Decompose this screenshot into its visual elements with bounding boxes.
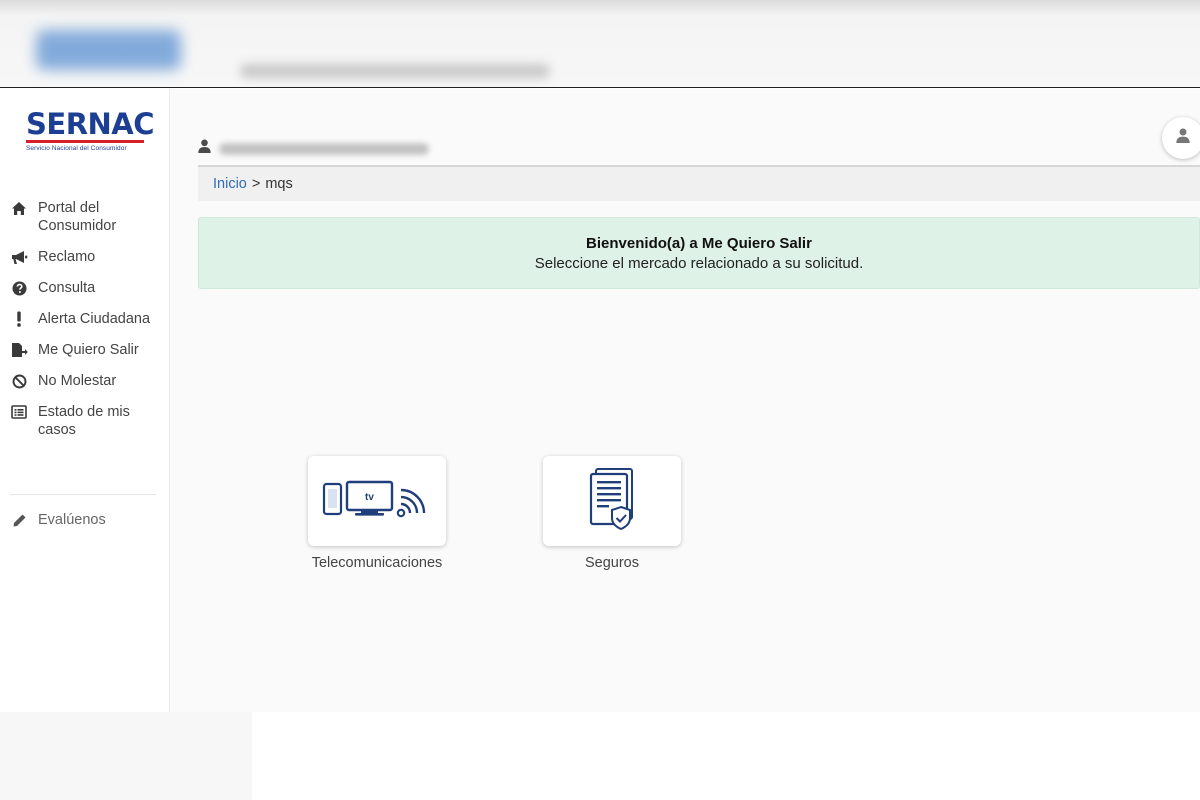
- sidebar-menu: Portal del Consumidor Reclamo Consulta A…: [0, 199, 170, 452]
- megaphone-icon: [10, 248, 28, 266]
- welcome-subtitle: Seleccione el mercado relacionado a su s…: [534, 254, 864, 272]
- sernac-logo[interactable]: SERNAC Servicio Nacional del Consumidor: [26, 107, 155, 152]
- sidebar-item-label: Me Quiero Salir: [38, 342, 139, 358]
- exclamation-icon: [10, 310, 28, 328]
- app-frame: SERNAC Servicio Nacional del Consumidor …: [0, 89, 1200, 712]
- breadcrumb-home-link[interactable]: Inicio: [213, 176, 247, 192]
- sidebar-item-alerta[interactable]: Alerta Ciudadana: [0, 310, 170, 328]
- sidebar-item-label: Portal del Consumidor: [38, 200, 117, 234]
- sidebar-item-estado-casos[interactable]: Estado de mis casos: [0, 403, 170, 439]
- welcome-banner: Bienvenido(a) a Me Quiero Salir Seleccio…: [198, 217, 1200, 289]
- sidebar-item-me-quiero-salir[interactable]: Me Quiero Salir: [0, 341, 170, 359]
- account-button[interactable]: [1162, 117, 1200, 159]
- breadcrumb: Inicio > mqs: [198, 167, 1200, 201]
- sidebar-item-label: Consulta: [38, 280, 96, 296]
- sidebar-item-label: Reclamo: [38, 249, 96, 265]
- breadcrumb-current: mqs: [265, 176, 293, 192]
- logo-wordmark: SERNAC: [26, 107, 155, 141]
- user-info: [198, 139, 429, 158]
- sidebar-item-consulta[interactable]: Consulta: [0, 279, 170, 297]
- welcome-title: Bienvenido(a) a Me Quiero Salir: [586, 234, 812, 252]
- question-circle-icon: [10, 279, 28, 297]
- tv-text: tv: [365, 492, 374, 503]
- sidebar-item-label: Evalúenos: [38, 512, 106, 528]
- user-icon: [198, 139, 211, 158]
- sidebar: SERNAC Servicio Nacional del Consumidor …: [0, 89, 170, 712]
- blurred-logo: [36, 30, 181, 70]
- lower-ghost-panel: [0, 712, 252, 800]
- lower-background: [0, 712, 1200, 800]
- exit-document-icon: [10, 341, 28, 359]
- market-card-telecomunicaciones[interactable]: tv Telecomunicaciones: [297, 456, 457, 571]
- insurance-document-icon: [588, 467, 636, 536]
- sidebar-divider: [10, 494, 156, 495]
- sidebar-item-reclamo[interactable]: Reclamo: [0, 248, 170, 266]
- browser-header: [0, 0, 1200, 88]
- market-card-box[interactable]: tv: [308, 456, 446, 546]
- sidebar-item-evaluenos[interactable]: Evalúenos: [0, 511, 114, 529]
- market-card-box[interactable]: [543, 456, 681, 546]
- sidebar-item-no-molestar[interactable]: No Molestar: [0, 372, 170, 390]
- user-icon: [1176, 128, 1190, 148]
- sidebar-item-label: Alerta Ciudadana: [38, 311, 151, 327]
- sidebar-item-label: No Molestar: [38, 373, 117, 389]
- breadcrumb-separator: >: [251, 176, 261, 192]
- market-card-seguros[interactable]: Seguros: [532, 456, 692, 571]
- pencil-icon: [10, 511, 28, 529]
- sidebar-item-label: Estado de mis casos: [38, 404, 130, 438]
- ban-icon: [10, 372, 28, 390]
- home-icon: [10, 199, 28, 217]
- market-card-label: Seguros: [584, 555, 639, 571]
- user-name-redacted: [219, 142, 429, 155]
- telecom-devices-icon: tv: [322, 479, 432, 524]
- market-card-label: Telecomunicaciones: [311, 555, 443, 571]
- logo-subtitle: Servicio Nacional del Consumidor: [26, 145, 127, 152]
- list-icon: [10, 403, 28, 421]
- sidebar-item-portal[interactable]: Portal del Consumidor: [0, 199, 170, 235]
- blurred-header-text: [240, 64, 550, 78]
